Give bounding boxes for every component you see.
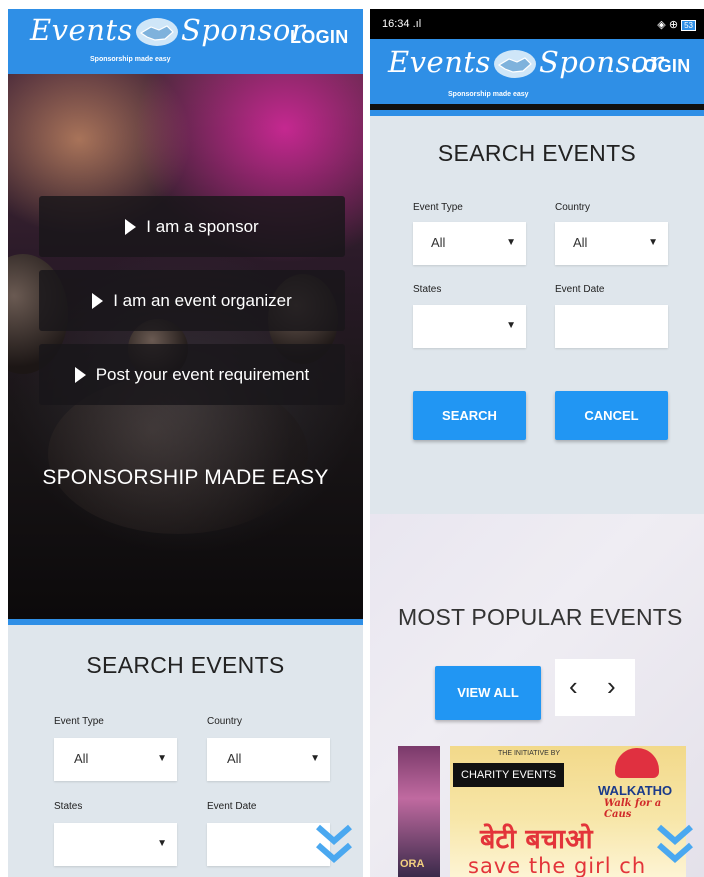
search-button[interactable]: SEARCH — [413, 391, 526, 440]
sponsor-button[interactable]: I am a sponsor — [39, 196, 345, 257]
tagline: Sponsorship made easy — [90, 56, 171, 63]
country-select[interactable]: All ▼ — [555, 222, 668, 265]
login-button[interactable]: LOGIN — [290, 27, 349, 48]
status-icons: ◈ ⊕ 53 — [657, 18, 696, 31]
header: Events Sponsor Sponsorship made easy LOGI… — [8, 9, 363, 74]
chevron-down-icon: ▼ — [506, 320, 516, 331]
signal-icon: .ıl — [412, 18, 422, 30]
event-card-initiative: THE INITIATIVE BY — [498, 750, 561, 757]
post-requirement-button[interactable]: Post your event requirement — [39, 344, 345, 405]
states-label: States — [413, 284, 442, 295]
states-label: States — [54, 801, 83, 812]
login-button[interactable]: LOGIN — [632, 56, 691, 77]
event-type-value: All — [74, 751, 89, 766]
section-divider — [370, 110, 704, 116]
country-label: Country — [207, 716, 243, 727]
logo[interactable]: Events Sponsor — [388, 45, 663, 79]
logo-text-events: Events — [388, 45, 491, 79]
country-label: Country — [555, 202, 591, 213]
event-card[interactable]: ORA — [398, 746, 440, 877]
scroll-down-icon[interactable] — [315, 823, 353, 865]
handshake-icon — [493, 49, 537, 79]
chevron-down-icon: ▼ — [157, 838, 167, 849]
status-bar: 16:34 .ıl ◈ ⊕ 53 — [370, 9, 704, 39]
handshake-icon — [135, 17, 179, 47]
chevron-left-icon[interactable]: ‹ — [569, 671, 578, 702]
event-card-save-text: save the girl ch — [468, 854, 647, 877]
event-type-value: All — [431, 235, 446, 250]
event-date-label: Event Date — [555, 284, 605, 295]
status-time: 16:34 .ıl — [382, 18, 422, 30]
states-select[interactable]: ▼ — [54, 823, 177, 866]
tagline: Sponsorship made easy — [448, 91, 529, 98]
scroll-down-icon[interactable] — [656, 823, 694, 865]
chevron-down-icon: ▼ — [310, 753, 320, 764]
event-carousel: ORA THE INITIATIVE BY WALKATHO Walk for … — [398, 746, 686, 877]
carousel-nav: ‹ › — [555, 659, 635, 716]
section-divider — [8, 619, 363, 625]
sponsor-button-label: I am a sponsor — [146, 216, 259, 236]
popular-events-section: MOST POPULAR EVENTS VIEW ALL ‹ › ORA THE… — [370, 514, 704, 877]
view-all-button[interactable]: VIEW ALL — [435, 666, 541, 720]
category-badge: CHARITY EVENTS — [453, 763, 565, 787]
states-select[interactable]: ▼ — [413, 305, 526, 348]
logo[interactable]: Events Sponsor — [30, 13, 305, 47]
event-organizer-button-label: I am an event organizer — [113, 290, 292, 310]
event-card-text: ORA — [400, 858, 425, 870]
event-card-walk: WALKATHO — [598, 783, 673, 798]
play-triangle-icon — [92, 292, 104, 309]
country-value: All — [573, 235, 588, 250]
search-title: SEARCH EVENTS — [437, 140, 637, 166]
event-logo-image — [615, 748, 659, 778]
event-date-label: Event Date — [207, 801, 257, 812]
event-type-select[interactable]: All ▼ — [54, 738, 177, 781]
event-type-label: Event Type — [54, 716, 104, 727]
chevron-right-icon[interactable]: › — [607, 671, 616, 702]
hero-slogan: SPONSORSHIP MADE EASY — [42, 466, 329, 489]
event-type-select[interactable]: All ▼ — [413, 222, 526, 265]
left-screen: Events Sponsor Sponsorship made easy LOGI… — [8, 9, 363, 877]
event-date-input[interactable] — [555, 305, 668, 348]
status-glyphs: ◈ ⊕ — [657, 19, 679, 31]
play-triangle-icon — [125, 218, 137, 235]
chevron-down-icon: ▼ — [648, 237, 658, 248]
play-triangle-icon — [74, 366, 86, 383]
country-select[interactable]: All ▼ — [207, 738, 330, 781]
chevron-down-icon: ▼ — [157, 753, 167, 764]
event-card-hindi-text: बेटी बचाओ — [480, 824, 593, 855]
hero-banner: I am a sponsor I am an event organizer P… — [8, 74, 363, 619]
event-type-label: Event Type — [413, 202, 463, 213]
event-date-input[interactable] — [207, 823, 330, 866]
search-title: SEARCH EVENTS — [86, 652, 285, 678]
event-organizer-button[interactable]: I am an event organizer — [39, 270, 345, 331]
header: Events Sponsor Sponsorship made easy LOGI… — [370, 39, 704, 110]
post-requirement-button-label: Post your event requirement — [95, 364, 310, 384]
right-screen: 16:34 .ıl ◈ ⊕ 53 Events Sponsor Sponsorsh… — [370, 9, 704, 877]
cancel-button[interactable]: CANCEL — [555, 391, 668, 440]
logo-text-events: Events — [30, 13, 133, 47]
country-value: All — [227, 751, 242, 766]
logo-text-sponsor: Sponsor — [180, 13, 306, 47]
chevron-down-icon: ▼ — [506, 237, 516, 248]
event-card-walk-sub: Walk for a Caus — [604, 798, 662, 820]
battery-icon: 53 — [681, 20, 696, 31]
popular-events-title: MOST POPULAR EVENTS — [398, 604, 683, 630]
